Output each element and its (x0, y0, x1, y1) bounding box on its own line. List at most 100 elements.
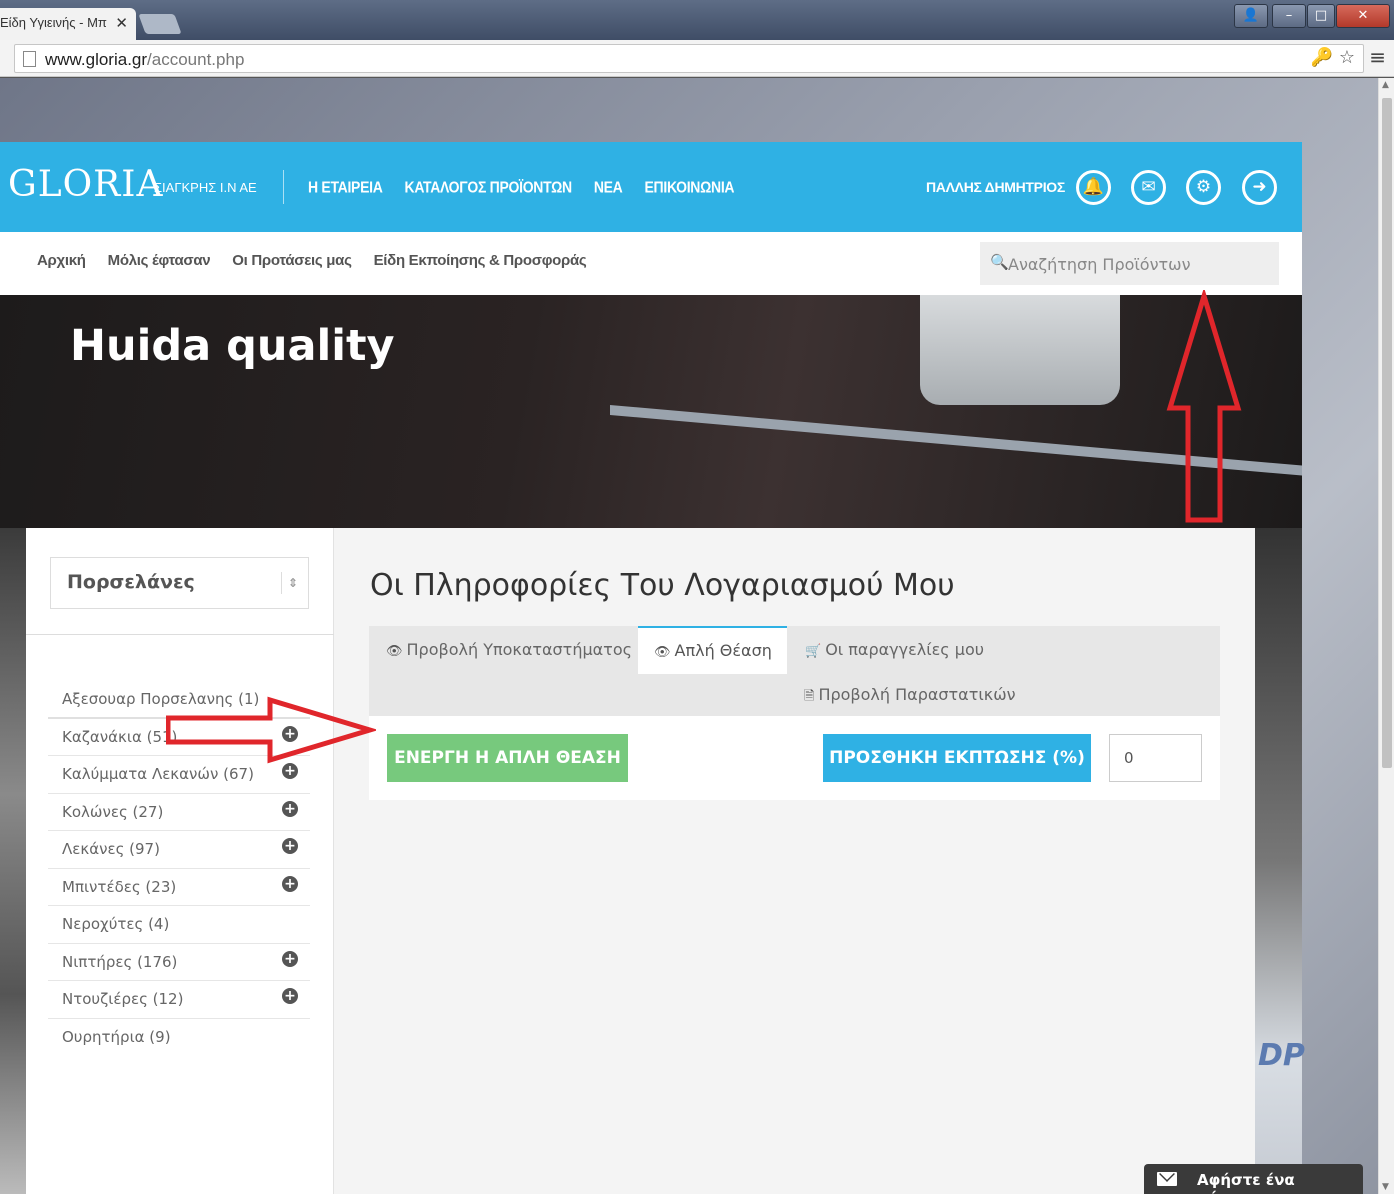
scroll-up-icon[interactable]: ▲ (1382, 80, 1389, 90)
subnav-links: Αρχική Μόλις έφτασαν Οι Προτάσεις μας Εί… (37, 252, 587, 269)
url-input[interactable]: www.gloria.gr/account.php 🔑 ☆ (14, 44, 1364, 73)
tab-title: Είδη Υγιεινής - Μπ (0, 15, 107, 30)
category-item[interactable]: Νεροχύτες (4) (48, 906, 310, 944)
hero-basin-image (920, 295, 1120, 405)
tab-label: Απλή Θέαση (674, 641, 772, 660)
category-label: Λεκάνες (97) (62, 840, 160, 858)
tab-label: Προβολή Παραστατικών (818, 685, 1016, 704)
nav-news[interactable]: ΝΕΑ (594, 178, 623, 196)
hero-banner: Huida quality (0, 295, 1302, 528)
category-item[interactable]: Ντουζιέρες (12) + (48, 981, 310, 1019)
logout-icon[interactable]: ➜ (1242, 170, 1277, 205)
account-tabs: 👁 Προβολή Υποκαταστήματος 👁 Απλή Θέαση 🛒 Οι… (369, 626, 1220, 716)
tab-my-orders[interactable]: 🛒 Οι παραγγελίες μου (805, 640, 984, 659)
site-header: GLORIA ΣΙΑΓΚΡΗΣ Ι.Ν ΑΕ Η ΕΤΑΙΡΕΙΑ ΚΑΤΑΛΟ… (0, 142, 1302, 232)
page-viewport: GLORIA ΣΙΑΓΚΡΗΣ Ι.Ν ΑΕ Η ΕΤΑΙΡΕΙΑ ΚΑΤΑΛΟ… (0, 78, 1378, 1194)
category-item[interactable]: Νιπτήρες (176) + (48, 944, 310, 981)
browser-menu-icon[interactable]: ≡ (1369, 47, 1386, 67)
mail-icon[interactable]: ✉ (1131, 170, 1166, 205)
tab-label: Οι παραγγελίες μου (825, 640, 984, 659)
simple-view-panel: ΕΝΕΡΓΗ Η ΑΠΛΗ ΘΕΑΣΗ ΠΡΟΣΘΗΚΗ ΕΚΠΤΩΣΗΣ (%… (369, 716, 1220, 800)
scroll-thumb[interactable] (1382, 98, 1392, 768)
tab-branch-view[interactable]: 👁 Προβολή Υποκαταστήματος (386, 640, 632, 659)
subnav-offers[interactable]: Είδη Εκποίησης & Προσφοράς (374, 252, 587, 269)
background-image-right (1255, 528, 1302, 1194)
chat-widget[interactable]: Αφήστε ένα μήνυμα (1144, 1164, 1363, 1194)
add-discount-button[interactable]: ΠΡΟΣΘΗΚΗ ΕΚΠΤΩΣΗΣ (%) (823, 734, 1091, 782)
company-name: ΣΙΑΓΚΡΗΣ Ι.Ν ΑΕ (154, 180, 257, 195)
cart-icon: 🛒 (805, 644, 822, 659)
browser-tab[interactable]: Είδη Υγιεινής - Μπ ✕ (0, 8, 136, 40)
expand-plus-icon[interactable]: + (282, 875, 298, 892)
category-label: Κολώνες (27) (62, 802, 164, 821)
category-sidebar: Πορσελάνες ⇕ Αξεσουαρ Πορσελανης (1) Καζ… (26, 528, 334, 1194)
user-profile-icon[interactable]: 👤 (1234, 4, 1268, 28)
subnav-home[interactable]: Αρχική (37, 252, 86, 269)
annotation-arrow-right (166, 696, 376, 764)
new-tab-button[interactable] (138, 14, 182, 34)
discount-input[interactable] (1109, 734, 1202, 782)
hero-title: Huida quality (70, 321, 395, 371)
eye-icon: 👁 (386, 644, 403, 659)
main-nav: Η ΕΤΑΙΡΕΙΑ ΚΑΤΑΛΟΓΟΣ ΠΡΟΪΟΝΤΩΝ ΝΕΑ ΕΠΙΚΟ… (308, 178, 735, 196)
sub-navigation: Αρχική Μόλις έφτασαν Οι Προτάσεις μας Εί… (0, 232, 1302, 295)
nav-contact[interactable]: ΕΠΙΚΟΙΝΩΝΙΑ (645, 178, 735, 196)
search-icon[interactable]: 🔍 (990, 253, 1009, 271)
tab-label: Προβολή Υποκαταστήματος (406, 640, 632, 659)
page-scrollbar[interactable]: ▲ ▼ (1378, 78, 1394, 1194)
tab-documents[interactable]: 🗎 Προβολή Παραστατικών (804, 685, 1016, 709)
tab-simple-view[interactable]: 👁 Απλή Θέαση (638, 626, 787, 674)
eye-icon: 👁 (654, 645, 671, 660)
expand-plus-icon[interactable]: + (282, 800, 298, 817)
expand-plus-icon[interactable]: + (282, 988, 298, 1004)
annotation-arrow-up (1166, 290, 1242, 523)
category-label: Ντουζιέρες (12) (62, 990, 184, 1008)
category-item[interactable]: Κολώνες (27) + (48, 794, 310, 831)
bell-icon[interactable]: 🔔 (1076, 170, 1111, 205)
expand-plus-icon[interactable]: + (282, 838, 298, 854)
bookmark-star-icon[interactable]: 🔑 ☆ (1311, 47, 1355, 68)
user-name[interactable]: ΠΑΛΛΗΣ ΔΗΜΗΤΡΙΟΣ (926, 179, 1065, 195)
category-item[interactable]: Ουρητήρια (9) (48, 1019, 310, 1057)
page-icon (23, 51, 36, 67)
site-logo[interactable]: GLORIA (8, 164, 164, 205)
expand-plus-icon[interactable]: + (282, 950, 298, 967)
header-divider (283, 170, 284, 204)
nav-catalog[interactable]: ΚΑΤΑΛΟΓΟΣ ΠΡΟΪΟΝΤΩΝ (405, 178, 573, 196)
search-box: 🔍 (980, 242, 1279, 285)
background-logo-fragment: DP (1258, 1038, 1305, 1073)
maximize-button[interactable]: □ (1307, 4, 1335, 28)
chat-label: Αφήστε ένα μήνυμα (1197, 1171, 1295, 1194)
document-icon: 🗎 (804, 689, 815, 704)
url-path: /account.php (147, 50, 245, 69)
minimize-button[interactable]: – (1272, 4, 1306, 28)
sidebar-divider (26, 634, 334, 635)
gear-icon[interactable]: ⚙ (1186, 170, 1221, 205)
address-bar: www.gloria.gr/account.php 🔑 ☆ ≡ (0, 40, 1394, 77)
page-title: Οι Πληροφορίες Του Λογαριασμού Μου (370, 568, 955, 603)
expand-plus-icon[interactable]: + (282, 763, 298, 779)
category-label: Μπιντέδες (23) (62, 877, 177, 896)
subnav-recommendations[interactable]: Οι Προτάσεις μας (232, 252, 352, 269)
select-arrows-icon: ⇕ (280, 572, 298, 594)
subnav-new-arrivals[interactable]: Μόλις έφτασαν (108, 252, 211, 269)
account-content: Πορσελάνες ⇕ Αξεσουαρ Πορσελανης (1) Καζ… (26, 528, 1255, 1194)
category-label: Καλύμματα Λεκανών (67) (62, 765, 254, 783)
nav-company[interactable]: Η ΕΤΑΙΡΕΙΑ (308, 178, 383, 196)
category-label: Νεροχύτες (4) (62, 915, 170, 933)
simple-view-active-button[interactable]: ΕΝΕΡΓΗ Η ΑΠΛΗ ΘΕΑΣΗ (387, 734, 628, 782)
category-item[interactable]: Μπιντέδες (23) + (48, 869, 310, 906)
category-select-value: Πορσελάνες (67, 571, 195, 593)
url-domain: www.gloria.gr (45, 50, 148, 69)
envelope-icon (1157, 1172, 1177, 1186)
search-input[interactable] (1008, 252, 1268, 276)
scroll-down-icon[interactable]: ▼ (1382, 1182, 1389, 1192)
browser-titlebar: Είδη Υγιεινής - Μπ ✕ 👤 – □ ✕ (0, 0, 1394, 40)
category-item[interactable]: Λεκάνες (97) + (48, 831, 310, 869)
category-select[interactable]: Πορσελάνες ⇕ (50, 557, 309, 609)
close-window-button[interactable]: ✕ (1336, 4, 1390, 28)
url-text[interactable]: www.gloria.gr/account.php (45, 50, 244, 70)
category-label: Νιπτήρες (176) (62, 952, 178, 971)
category-label: Ουρητήρια (9) (62, 1027, 171, 1046)
tab-close-icon[interactable]: ✕ (115, 14, 128, 32)
